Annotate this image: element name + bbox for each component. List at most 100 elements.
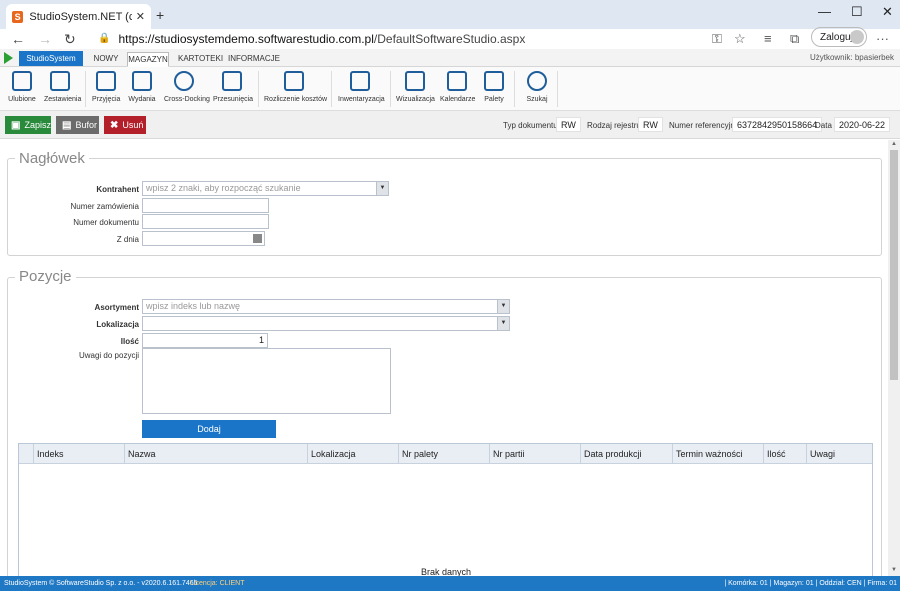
ribbon-szukaj[interactable]: Szukaj	[525, 71, 549, 103]
header-legend: Nagłówek	[15, 150, 89, 167]
main-content: Nagłówek Kontrahent wpisz 2 znaki, aby r…	[0, 140, 888, 576]
quantity-field[interactable]: 1	[142, 333, 268, 348]
grid-col-nr-partii[interactable]: Nr partii	[490, 444, 581, 464]
cash-register-icon	[284, 71, 304, 91]
date-value: 2020-06-22	[834, 117, 891, 132]
ribbon-wizualizacja[interactable]: Wizualizacja	[396, 71, 435, 103]
login-label: Zaloguj	[820, 31, 853, 43]
browser-tab[interactable]: S StudioSystem.NET (c) SoftwareStudio ✕	[6, 4, 151, 29]
ribbon-kalendarze[interactable]: Kalendarze	[440, 71, 475, 103]
ribbon-przesuniecia[interactable]: Przesunięcia	[213, 71, 253, 103]
favorites-books-icon	[12, 71, 32, 91]
chevron-down-icon[interactable]: ▼	[497, 317, 509, 330]
item-notes-label: Uwagi do pozycji	[78, 351, 139, 360]
ribbon-wydania[interactable]: Wydania	[128, 71, 156, 103]
location-label: Lokalizacja	[96, 320, 139, 329]
tab-nowy[interactable]: NOWY	[93, 52, 119, 67]
collections-icon[interactable]: ⧉	[790, 31, 799, 47]
avatar-icon	[850, 30, 864, 44]
contractor-placeholder: wpisz 2 znaki, aby rozpocząć szukanie	[146, 183, 301, 193]
ribbon-przyjecia[interactable]: Przyjęcia	[92, 71, 120, 103]
grid-col-select[interactable]	[19, 444, 34, 464]
chevron-down-icon[interactable]: ▼	[376, 182, 388, 195]
scroll-down-icon[interactable]: ▼	[890, 567, 898, 573]
key-icon[interactable]: ⚿	[712, 31, 722, 47]
delete-button[interactable]: ✖ Usuń	[104, 116, 146, 134]
new-tab-button[interactable]: +	[156, 7, 164, 23]
close-window-button[interactable]: ✕	[882, 4, 893, 20]
item-notes-textarea[interactable]	[142, 348, 391, 414]
ribbon-zestawienia[interactable]: Zestawienia	[44, 71, 81, 103]
undo-arrow-icon	[222, 71, 242, 91]
download-icon	[132, 71, 152, 91]
copyright-text: StudioSystem © SoftwareStudio Sp. z o.o.…	[4, 580, 198, 587]
grid-col-uwagi[interactable]: Uwagi	[807, 444, 872, 464]
buffer-button[interactable]: ▤ Bufor	[56, 116, 99, 134]
tab-magazyn[interactable]: MAGAZYN	[127, 52, 169, 67]
back-button[interactable]: ←	[11, 31, 25, 47]
status-bar: StudioSystem © SoftwareStudio Sp. z o.o.…	[0, 576, 900, 591]
assortment-label: Asortyment	[94, 303, 139, 312]
brand-button[interactable]: StudioSystem	[19, 51, 83, 66]
maximize-button[interactable]: ☐	[851, 4, 863, 20]
reload-button[interactable]: ↻	[64, 31, 76, 48]
grid-col-nr-palety[interactable]: Nr palety	[399, 444, 490, 464]
favicon-icon: S	[12, 10, 24, 23]
calendar-icon[interactable]	[253, 234, 262, 243]
contractor-label: Kontrahent	[96, 185, 139, 194]
quantity-label: Ilość	[120, 337, 139, 346]
order-number-field[interactable]	[142, 198, 269, 213]
ribbon-palety[interactable]: Palety	[482, 71, 506, 103]
more-icon[interactable]: ···	[876, 31, 889, 46]
ref-number-label: Numer referencyjny	[669, 121, 739, 130]
forward-button[interactable]: →	[38, 31, 52, 47]
date-from-field[interactable]	[142, 231, 265, 246]
tab-close-icon[interactable]: ✕	[136, 10, 145, 23]
play-icon[interactable]	[4, 52, 13, 64]
search-icon	[527, 71, 547, 91]
grid-col-data-produkcji[interactable]: Data produkcji	[581, 444, 673, 464]
user-label: Użytkownik: bpasierbek	[809, 53, 894, 62]
url-field[interactable]: 🔒 https://studiosystemdemo.softwarestudi…	[98, 30, 698, 47]
login-button[interactable]: Zaloguj	[811, 27, 867, 47]
pallet-icon	[484, 71, 504, 91]
grid-col-indeks[interactable]: Indeks	[34, 444, 125, 464]
ribbon-separator	[390, 71, 391, 107]
license-text: Licencja: CLIENT	[190, 580, 245, 587]
contractor-combobox[interactable]: wpisz 2 znaki, aby rozpocząć szukanie ▼	[142, 181, 389, 196]
items-grid: Indeks Nazwa Lokalizacja Nr palety Nr pa…	[18, 443, 873, 576]
grid-col-nazwa[interactable]: Nazwa	[125, 444, 308, 464]
ribbon-inwentaryzacja[interactable]: Inwentaryzacja	[338, 71, 385, 103]
add-item-button[interactable]: Dodaj	[142, 420, 276, 438]
grid-col-lokalizacja[interactable]: Lokalizacja	[308, 444, 399, 464]
star-icon[interactable]: ☆	[734, 31, 746, 47]
tab-title: StudioSystem.NET (c) SoftwareStudio	[29, 10, 132, 23]
ribbon-rozliczenie-kosztow[interactable]: Rozliczenie kosztów	[264, 71, 327, 103]
tab-kartoteki[interactable]: KARTOTEKI	[178, 52, 223, 67]
buffer-icon: ▤	[62, 119, 72, 131]
date-label: Data	[815, 121, 832, 130]
assortment-combobox[interactable]: wpisz indeks lub nazwę ▼	[142, 299, 510, 314]
document-number-field[interactable]	[142, 214, 269, 229]
scroll-up-icon[interactable]: ▲	[890, 141, 898, 147]
ribbon-cross-docking[interactable]: Cross-Docking	[164, 71, 210, 103]
tab-informacje[interactable]: INFORMACJE	[228, 52, 280, 67]
ribbon-separator	[85, 71, 86, 107]
browser-titlebar: S StudioSystem.NET (c) SoftwareStudio ✕ …	[0, 0, 900, 29]
grid-col-termin-waznosci[interactable]: Termin ważności	[673, 444, 764, 464]
chevron-down-icon[interactable]: ▼	[497, 300, 509, 313]
ribbon-separator	[258, 71, 259, 107]
order-number-label: Numer zamówienia	[70, 202, 139, 211]
url-host: https://studiosystemdemo.softwarestudio.…	[118, 31, 374, 46]
scrollbar-thumb[interactable]	[890, 150, 898, 380]
ref-number-value: 6372842950158664	[732, 117, 823, 132]
vertical-scrollbar[interactable]: ▲ ▼	[888, 140, 900, 576]
location-combobox[interactable]: ▼	[142, 316, 510, 331]
date-from-label: Z dnia	[116, 235, 139, 244]
save-button[interactable]: ▣ Zapisz	[5, 116, 51, 134]
grid-col-ilosc[interactable]: Ilość	[764, 444, 807, 464]
ribbon-ulubione[interactable]: Ulubione	[8, 71, 36, 103]
minimize-button[interactable]: —	[818, 4, 831, 19]
favorites-icon[interactable]: ≡	[764, 31, 772, 46]
ribbon: Ulubione Zestawienia Przyjęcia Wydania C…	[0, 67, 900, 111]
